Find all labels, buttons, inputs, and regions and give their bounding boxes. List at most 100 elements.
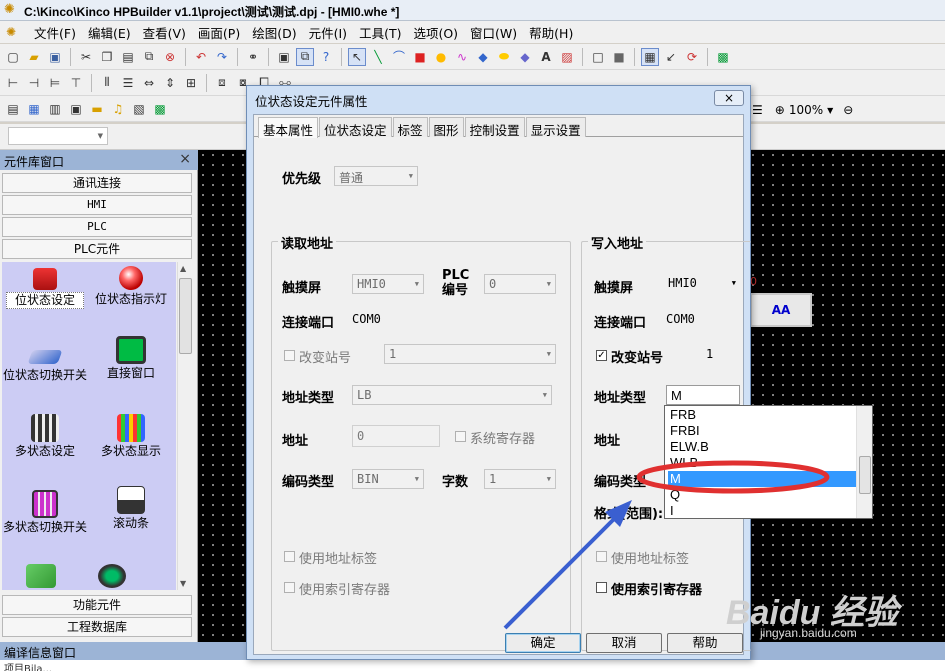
image-tool-icon[interactable]: ▨ [558, 48, 576, 66]
music-icon[interactable]: ♫ [109, 100, 127, 118]
help-icon[interactable]: ? [317, 48, 335, 66]
address-type-dropdown-list[interactable]: FRB FRBI ELW.B WLB M Q I [664, 405, 873, 519]
grid-item-indicator-lamp[interactable]: 位状态指示灯 [88, 266, 174, 307]
window-icon[interactable]: ⧉ [296, 47, 314, 66]
read-touchscreen-select[interactable]: HMI0 ▼ [352, 274, 424, 294]
menu-help[interactable]: 帮助(H) [523, 23, 579, 42]
bring-front-icon[interactable]: ⧈ [213, 74, 231, 92]
menu-tools[interactable]: 工具(T) [353, 23, 407, 42]
align-left-icon[interactable]: ⊢ [4, 74, 22, 92]
write-use-index-checkbox[interactable] [596, 582, 607, 593]
grid-item-scrollbar[interactable]: 滚动条 [88, 486, 174, 531]
paste-icon[interactable]: ▤ [119, 48, 137, 66]
zoom-out-icon[interactable]: ⊖ [843, 103, 853, 117]
help-button[interactable]: 帮助 [667, 633, 743, 653]
ok-button[interactable]: 确定 [505, 633, 581, 653]
same-height-icon[interactable]: ⇕ [161, 74, 179, 92]
write-use-tag-checkbox[interactable] [596, 551, 607, 562]
tab-control[interactable]: 控制设置 [464, 117, 525, 138]
panel-scrollbar[interactable]: ▲ ▼ [177, 262, 192, 590]
dropdown-scrollbar[interactable] [856, 406, 872, 518]
layer-select[interactable]: ▼ [8, 127, 108, 145]
category-hmi[interactable]: HMI [2, 195, 192, 215]
binoculars-icon[interactable]: ⚭ [244, 48, 262, 66]
menu-draw[interactable]: 绘图(D) [246, 23, 302, 42]
grid-icon[interactable]: ▦ [641, 47, 659, 66]
tab-basic[interactable]: 基本属性 [258, 117, 319, 138]
category-plc-elements[interactable]: PLC元件 [2, 239, 192, 259]
chart-icon[interactable]: ▩ [714, 48, 732, 66]
grid-item-toggle-switch[interactable]: 位状态切换开关 [2, 342, 88, 383]
diamond-tool-icon[interactable]: ◆ [516, 48, 534, 66]
canvas-aa-button[interactable]: AA [750, 293, 812, 327]
menu-options[interactable]: 选项(O) [407, 23, 464, 42]
read-change-station-checkbox[interactable] [284, 350, 295, 361]
zoom-value[interactable]: 100% [789, 103, 823, 117]
cancel-button[interactable]: 取消 [586, 633, 662, 653]
menu-screen[interactable]: 画面(P) [192, 23, 246, 42]
element-2-icon[interactable]: ▦ [25, 100, 43, 118]
save-icon[interactable]: ▣ [46, 48, 64, 66]
close-icon[interactable]: × [179, 151, 191, 167]
element-1-icon[interactable]: ▤ [4, 100, 22, 118]
element-5-icon[interactable]: ▬ [88, 100, 106, 118]
new-file-icon[interactable]: ▢ [4, 48, 22, 66]
category-plc[interactable]: PLC [2, 217, 192, 237]
more-element-2-icon[interactable] [98, 564, 126, 588]
copy-icon[interactable]: ❐ [98, 48, 116, 66]
menu-element[interactable]: 元件(I) [303, 23, 353, 42]
dropdown-option[interactable]: I [668, 503, 856, 519]
read-plc-select[interactable]: 0 ▼ [484, 274, 556, 294]
snap-icon[interactable]: ↙ [662, 48, 680, 66]
dropdown-option-selected[interactable]: M [668, 471, 856, 487]
open-folder-icon[interactable]: ▰ [25, 48, 43, 66]
undo-icon[interactable]: ↶ [192, 48, 210, 66]
same-width-icon[interactable]: ⇔ [140, 74, 158, 92]
grid-item-multi-state-set[interactable]: 多状态设定 [2, 414, 88, 459]
dropdown-scroll-thumb[interactable] [859, 456, 871, 494]
element-7-icon[interactable]: ▧ [130, 100, 148, 118]
menu-edit[interactable]: 编辑(E) [82, 23, 137, 42]
cut-icon[interactable]: ✂ [77, 48, 95, 66]
border-color-icon[interactable]: □ [589, 48, 607, 66]
dropdown-option[interactable]: FRBI [668, 423, 856, 439]
grid-item-direct-window[interactable]: 直接窗口 [88, 336, 174, 381]
tab-graphic[interactable]: 图形 [428, 117, 464, 138]
tab-bit-state[interactable]: 位状态设定 [319, 117, 392, 138]
align-menu-icon[interactable]: ☰ [752, 103, 763, 117]
more-element-icon[interactable] [26, 564, 56, 588]
element-8-icon[interactable]: ▩ [151, 100, 169, 118]
write-station-value[interactable]: 1 [706, 347, 713, 361]
dropdown-option[interactable]: WLB [668, 455, 856, 471]
read-use-index-checkbox[interactable] [284, 582, 295, 593]
category-comm[interactable]: 通讯连接 [2, 173, 192, 193]
menu-window[interactable]: 窗口(W) [464, 23, 523, 42]
redo-icon[interactable]: ↷ [213, 48, 231, 66]
menu-file[interactable]: 文件(F) [28, 23, 82, 42]
zoom-dropdown-icon[interactable]: ▼ [827, 106, 833, 115]
read-use-tag-checkbox[interactable] [284, 551, 295, 562]
rect-tool-icon[interactable]: ■ [411, 48, 429, 66]
line-tool-icon[interactable]: ╲ [369, 48, 387, 66]
delete-icon[interactable]: ⊗ [161, 48, 179, 66]
read-code-select[interactable]: BIN ▼ [352, 469, 424, 489]
align-right-icon[interactable]: ⊨ [46, 74, 64, 92]
polygon-tool-icon[interactable]: ◆ [474, 48, 492, 66]
grid-item-multi-state-switch[interactable]: 多状态切换开关 [2, 490, 88, 535]
same-size-icon[interactable]: ⊞ [182, 74, 200, 92]
grid-item-multi-state-display[interactable]: 多状态显示 [88, 414, 174, 459]
text-tool-icon[interactable]: A [537, 48, 555, 66]
write-change-station-checkbox[interactable]: ✓ [596, 350, 607, 361]
polyline-tool-icon[interactable]: ⌒ [390, 48, 408, 66]
scroll-down-icon[interactable]: ▼ [180, 579, 186, 588]
read-addr-type-select[interactable]: LB ▼ [352, 385, 552, 405]
element-3-icon[interactable]: ▥ [46, 100, 64, 118]
dropdown-option[interactable]: ELW.B [668, 439, 856, 455]
dialog-close-button[interactable]: × [714, 90, 744, 106]
grid-item-bit-set[interactable]: 位状态设定 [2, 266, 88, 309]
curve-tool-icon[interactable]: ∿ [453, 48, 471, 66]
element-4-icon[interactable]: ▣ [67, 100, 85, 118]
pointer-tool-icon[interactable]: ↖ [348, 47, 366, 66]
write-touchscreen-select[interactable]: HMI0 ▼ [664, 274, 740, 294]
rotate-icon[interactable]: ⟳ [683, 48, 701, 66]
